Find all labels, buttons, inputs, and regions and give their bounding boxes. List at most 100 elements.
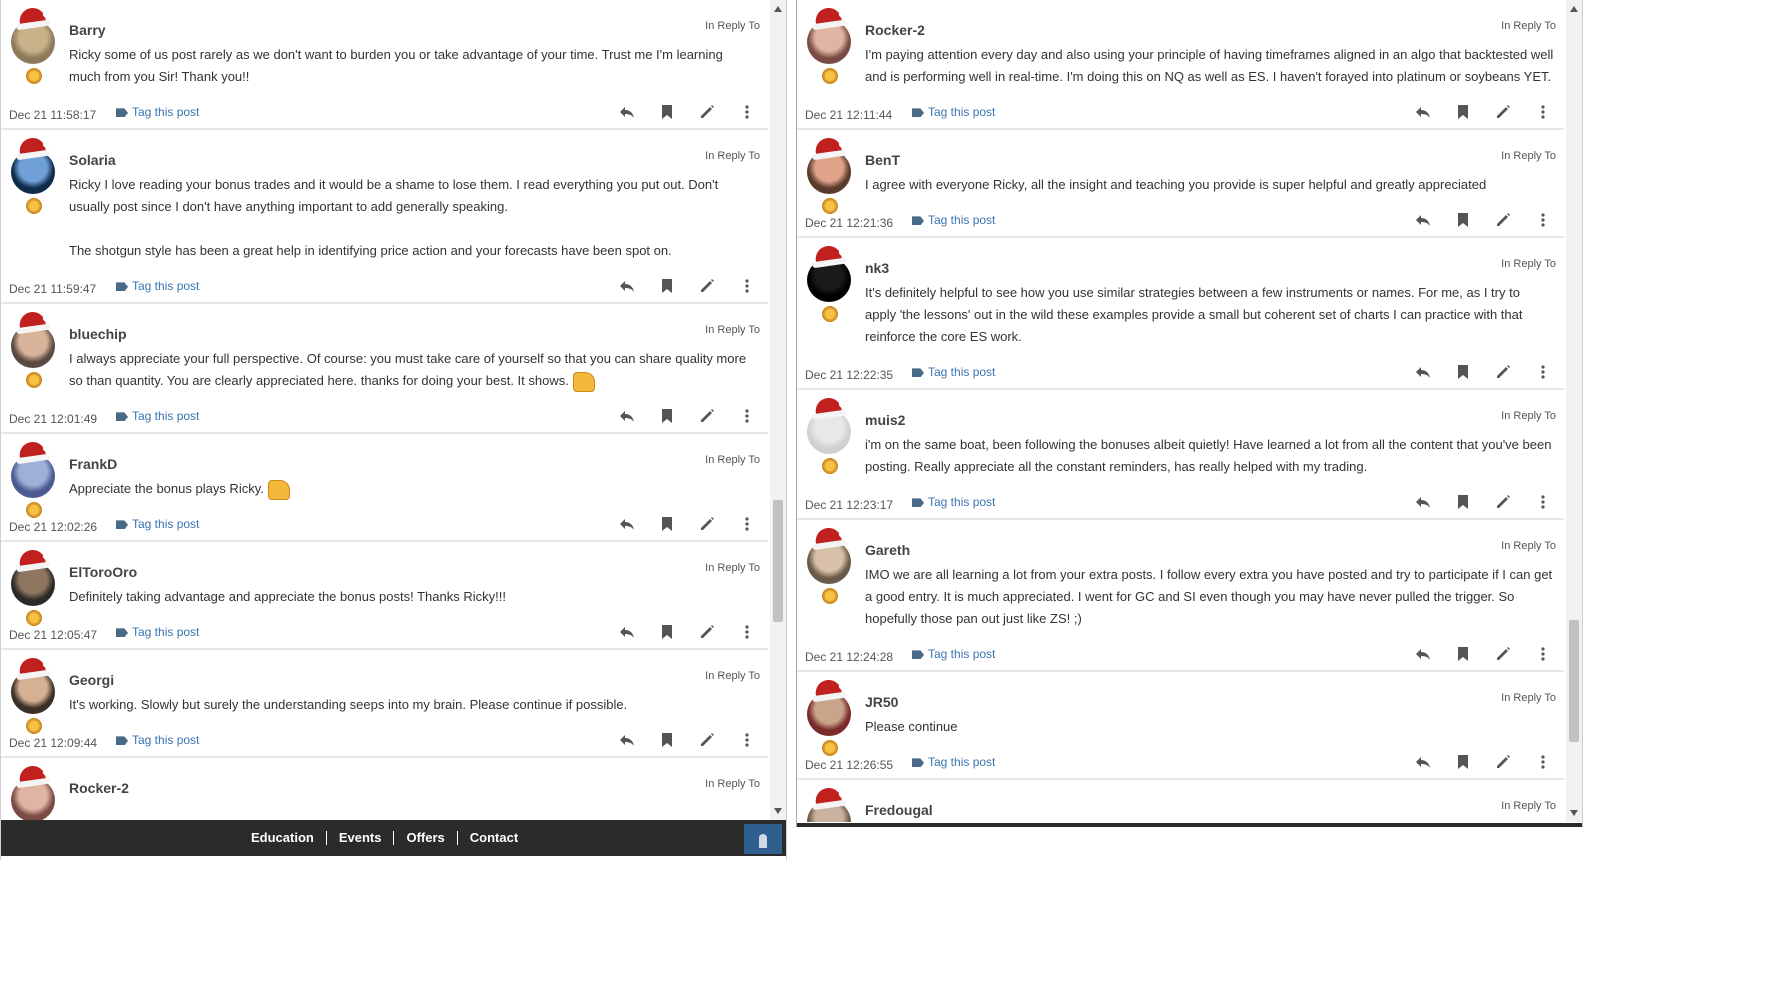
nav-link-offers[interactable]: Offers	[393, 831, 456, 845]
in-reply-to-link[interactable]: In Reply To	[705, 324, 760, 336]
in-reply-to-link[interactable]: In Reply To	[1501, 540, 1556, 552]
more-options-icon[interactable]	[736, 622, 758, 642]
edit-pencil-icon[interactable]	[696, 622, 718, 642]
post-author[interactable]: Rocker-2	[865, 22, 925, 38]
post-author[interactable]: BenT	[865, 152, 900, 168]
bookmark-icon[interactable]	[656, 276, 678, 296]
tag-this-post-link[interactable]: Tag this post	[912, 755, 995, 769]
in-reply-to-link[interactable]: In Reply To	[1501, 410, 1556, 422]
bookmark-icon[interactable]	[1452, 752, 1474, 772]
avatar[interactable]	[807, 6, 851, 84]
bookmark-icon[interactable]	[656, 622, 678, 642]
reply-icon[interactable]	[1412, 492, 1434, 512]
post-author[interactable]: Barry	[69, 22, 106, 38]
tag-this-post-link[interactable]: Tag this post	[912, 213, 995, 227]
reply-icon[interactable]	[616, 514, 638, 534]
scrollbar-thumb[interactable]	[773, 500, 783, 622]
scroll-down-arrow-icon[interactable]	[774, 808, 782, 814]
more-options-icon[interactable]	[736, 406, 758, 426]
edit-pencil-icon[interactable]	[1492, 210, 1514, 230]
in-reply-to-link[interactable]: In Reply To	[1501, 800, 1556, 812]
bookmark-icon[interactable]	[656, 102, 678, 122]
edit-pencil-icon[interactable]	[1492, 752, 1514, 772]
avatar[interactable]	[807, 396, 851, 474]
tag-this-post-link[interactable]: Tag this post	[116, 625, 199, 639]
nav-link-education[interactable]: Education	[239, 831, 326, 845]
post-author[interactable]: nk3	[865, 260, 889, 276]
post-author[interactable]: ElToroOro	[69, 564, 137, 580]
avatar[interactable]	[807, 786, 851, 822]
more-options-icon[interactable]	[1532, 752, 1554, 772]
scroll-up-arrow-icon[interactable]	[774, 6, 782, 12]
bookmark-icon[interactable]	[1452, 362, 1474, 382]
post-author[interactable]: JR50	[865, 694, 898, 710]
post-author[interactable]: bluechip	[69, 326, 127, 342]
bookmark-icon[interactable]	[1452, 644, 1474, 664]
avatar[interactable]	[11, 310, 55, 388]
more-options-icon[interactable]	[1532, 362, 1554, 382]
post-author[interactable]: FrankD	[69, 456, 117, 472]
post-author[interactable]: Gareth	[865, 542, 910, 558]
avatar[interactable]	[807, 526, 851, 604]
post-author[interactable]: muis2	[865, 412, 905, 428]
edit-pencil-icon[interactable]	[1492, 492, 1514, 512]
in-reply-to-link[interactable]: In Reply To	[1501, 258, 1556, 270]
more-options-icon[interactable]	[736, 102, 758, 122]
tag-this-post-link[interactable]: Tag this post	[116, 279, 199, 293]
tag-this-post-link[interactable]: Tag this post	[116, 105, 199, 119]
reply-icon[interactable]	[616, 406, 638, 426]
edit-pencil-icon[interactable]	[1492, 102, 1514, 122]
tag-this-post-link[interactable]: Tag this post	[116, 409, 199, 423]
in-reply-to-link[interactable]: In Reply To	[705, 454, 760, 466]
scroll-up-arrow-icon[interactable]	[1570, 6, 1578, 12]
more-options-icon[interactable]	[1532, 644, 1554, 664]
more-options-icon[interactable]	[736, 276, 758, 296]
reply-icon[interactable]	[616, 276, 638, 296]
edit-pencil-icon[interactable]	[696, 514, 718, 534]
avatar[interactable]	[11, 136, 55, 214]
scroll-down-arrow-icon[interactable]	[1570, 810, 1578, 816]
scrollbar[interactable]	[770, 0, 786, 820]
bookmark-icon[interactable]	[656, 406, 678, 426]
avatar[interactable]	[11, 764, 55, 820]
in-reply-to-link[interactable]: In Reply To	[1501, 20, 1556, 32]
in-reply-to-link[interactable]: In Reply To	[705, 778, 760, 790]
scrollbar[interactable]	[1566, 0, 1582, 822]
avatar[interactable]	[11, 6, 55, 84]
in-reply-to-link[interactable]: In Reply To	[705, 562, 760, 574]
avatar[interactable]	[11, 548, 55, 626]
tag-this-post-link[interactable]: Tag this post	[116, 733, 199, 747]
post-author[interactable]: Rocker-2	[69, 780, 129, 796]
reply-icon[interactable]	[1412, 752, 1434, 772]
avatar[interactable]	[807, 678, 851, 756]
avatar[interactable]	[11, 440, 55, 518]
bookmark-icon[interactable]	[1452, 492, 1474, 512]
more-options-icon[interactable]	[1532, 210, 1554, 230]
reply-icon[interactable]	[1412, 102, 1434, 122]
reply-icon[interactable]	[1412, 362, 1434, 382]
more-options-icon[interactable]	[1532, 492, 1554, 512]
reply-icon[interactable]	[616, 102, 638, 122]
more-options-icon[interactable]	[736, 514, 758, 534]
reply-icon[interactable]	[1412, 644, 1434, 664]
reply-icon[interactable]	[1412, 210, 1434, 230]
edit-pencil-icon[interactable]	[696, 406, 718, 426]
edit-pencil-icon[interactable]	[696, 730, 718, 750]
in-reply-to-link[interactable]: In Reply To	[1501, 692, 1556, 704]
in-reply-to-link[interactable]: In Reply To	[705, 150, 760, 162]
bookmark-icon[interactable]	[656, 730, 678, 750]
edit-pencil-icon[interactable]	[1492, 362, 1514, 382]
in-reply-to-link[interactable]: In Reply To	[705, 670, 760, 682]
nav-link-contact[interactable]: Contact	[456, 831, 530, 845]
more-options-icon[interactable]	[1532, 102, 1554, 122]
bookmark-icon[interactable]	[1452, 102, 1474, 122]
avatar[interactable]	[11, 656, 55, 734]
avatar[interactable]	[807, 244, 851, 322]
nav-link-events[interactable]: Events	[325, 831, 394, 845]
tag-this-post-link[interactable]: Tag this post	[912, 647, 995, 661]
bookmark-icon[interactable]	[656, 514, 678, 534]
post-author[interactable]: Solaria	[69, 152, 116, 168]
tag-this-post-link[interactable]: Tag this post	[912, 105, 995, 119]
tag-this-post-link[interactable]: Tag this post	[116, 517, 199, 531]
tag-this-post-link[interactable]: Tag this post	[912, 495, 995, 509]
